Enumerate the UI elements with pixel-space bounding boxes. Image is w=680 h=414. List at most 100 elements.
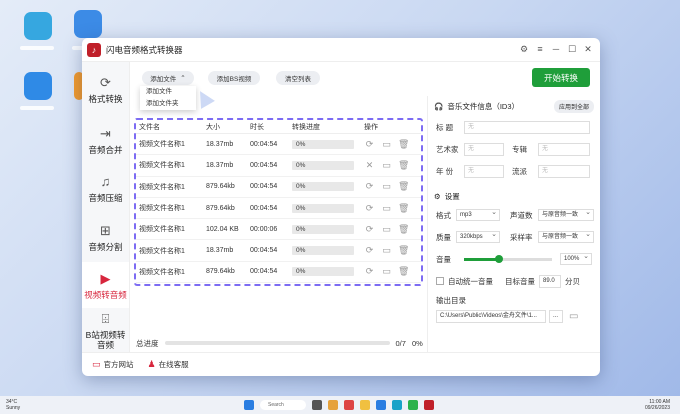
file-name: 视频文件名称1 xyxy=(139,247,185,255)
dropdown-item-add-file[interactable]: 添加文件 xyxy=(140,86,196,98)
table-row[interactable]: 视频文件名称1 18.37mb 00:04:54 0% ✕ ▭ 🗑 xyxy=(136,155,421,177)
progress-bar: 0% xyxy=(292,182,354,192)
folder-icon[interactable]: ▭ xyxy=(381,181,392,192)
online-support-link[interactable]: ♟ 在线客服 xyxy=(148,359,189,370)
desktop-app-label xyxy=(20,46,54,50)
file-progress: 0% xyxy=(292,182,364,192)
samplerate-select[interactable]: 与原音频一致 xyxy=(538,230,594,243)
genre-label: 流派 xyxy=(512,166,527,176)
minimize-button[interactable]: ─ xyxy=(550,44,562,55)
settings-icon[interactable]: ⚙ xyxy=(518,44,530,55)
table-row[interactable]: 视频文件名称1 102.04 KB 00:00:06 0% ⟳ ▭ 🗑 xyxy=(136,219,421,241)
taskbar-app-icon[interactable] xyxy=(312,400,322,410)
close-button[interactable]: ✕ xyxy=(582,44,594,55)
file-list-area: 文件名 大小 时长 转换进度 操作 视频文件名称1 18.37mb 00:04:54… xyxy=(130,96,427,326)
folder-icon[interactable]: ▭ xyxy=(381,266,392,277)
folder-icon[interactable]: ▭ xyxy=(381,224,392,235)
dropdown-item-add-folder[interactable]: 添加文件夹 xyxy=(140,98,196,110)
progress-bar: 0% xyxy=(292,160,354,170)
browse-button[interactable]: ... xyxy=(549,309,563,323)
album-input[interactable]: 无 xyxy=(538,142,590,156)
folder-icon[interactable]: ▭ xyxy=(381,245,392,256)
year-input[interactable]: 无 xyxy=(464,164,504,178)
trash-icon[interactable]: 🗑 xyxy=(398,203,409,214)
sidebar-item-audio-merge[interactable]: ⇥ 音频合并 xyxy=(82,116,129,164)
volume-value[interactable]: 100% xyxy=(560,252,592,265)
folder-icon[interactable]: ▭ xyxy=(381,160,392,171)
trash-icon[interactable]: 🗑 xyxy=(398,224,409,235)
trash-icon[interactable]: 🗑 xyxy=(398,139,409,150)
taskbar-app-icon[interactable] xyxy=(408,400,418,410)
windows-start-icon[interactable] xyxy=(244,400,254,410)
taskbar-app-icon[interactable] xyxy=(424,400,434,410)
trash-icon[interactable]: 🗑 xyxy=(398,266,409,277)
clock-date: 09/26/2023 xyxy=(644,405,670,411)
file-duration: 00:04:54 xyxy=(250,140,278,148)
table-row[interactable]: 视频文件名称1 879.64kb 00:04:54 0% ⟳ ▭ 🗑 xyxy=(136,177,421,198)
add-file-button[interactable]: 添加文件 ⌃ xyxy=(142,71,194,85)
channels-select[interactable]: 与原音频一致 xyxy=(538,208,594,221)
sidebar-item-bilibili[interactable]: ⌹ B站视频转音频 xyxy=(82,308,129,352)
convert-icon[interactable]: ⟳ xyxy=(364,266,375,277)
taskbar-app-icon[interactable] xyxy=(376,400,386,410)
sidebar-item-audio-split[interactable]: ⊞ 音频分割 xyxy=(82,212,129,262)
convert-icon[interactable]: ⟳ xyxy=(364,203,375,214)
convert-icon[interactable]: ⟳ xyxy=(364,245,375,256)
app-logo-icon: ♪ xyxy=(87,42,101,57)
sidebar-item-audio-compress[interactable]: ♫ 音频压缩 xyxy=(82,164,129,212)
file-duration: 00:04:54 xyxy=(250,161,278,169)
folder-icon[interactable]: ▭ xyxy=(569,311,578,322)
cancel-icon[interactable]: ✕ xyxy=(364,160,375,171)
desktop-app-icon[interactable] xyxy=(24,12,52,40)
trash-icon[interactable]: 🗑 xyxy=(398,181,409,192)
apply-all-button[interactable]: 应用到全部 xyxy=(553,99,594,113)
weather-desc: Sunny xyxy=(6,405,21,411)
taskbar-app-icon[interactable] xyxy=(328,400,338,410)
table-row[interactable]: 视频文件名称1 18.37mb 00:04:54 0% ⟳ ▭ 🗑 xyxy=(136,134,421,156)
convert-icon[interactable]: ⟳ xyxy=(364,139,375,150)
zip-app-icon[interactable] xyxy=(74,10,102,38)
file-progress: 0% xyxy=(292,224,364,234)
taskbar-app-icon[interactable] xyxy=(392,400,402,410)
file-size: 879.64kb xyxy=(206,204,235,212)
total-progress-count: 0/7 xyxy=(395,338,406,348)
quality-select[interactable]: 320kbps xyxy=(456,230,500,243)
folder-icon[interactable]: ▭ xyxy=(381,203,392,214)
official-website-link[interactable]: ▭ 官方网站 xyxy=(92,359,134,370)
convert-icon[interactable]: ⟳ xyxy=(364,181,375,192)
artist-input[interactable]: 无 xyxy=(464,142,504,156)
clear-list-button[interactable]: 清空列表 xyxy=(276,71,320,85)
taskbar-app-icon[interactable] xyxy=(344,400,354,410)
trash-icon[interactable]: 🗑 xyxy=(398,160,409,171)
weather-widget[interactable]: 34°C Sunny xyxy=(6,399,20,411)
output-path-input[interactable]: C:\Users\Public\Videos\金舟文件\1... xyxy=(436,309,546,323)
title-input[interactable]: 无 xyxy=(464,120,590,134)
format-select[interactable]: mp3 xyxy=(456,208,500,221)
file-duration: 00:00:06 xyxy=(250,225,278,233)
trash-icon[interactable]: 🗑 xyxy=(398,245,409,256)
convert-icon[interactable]: ⟳ xyxy=(364,224,375,235)
genre-input[interactable]: 无 xyxy=(538,164,590,178)
volume-slider[interactable] xyxy=(464,254,552,263)
clock[interactable]: 11:00 AM 09/26/2023 xyxy=(645,399,670,411)
auto-volume-checkbox[interactable] xyxy=(436,277,444,285)
sidebar-item-format-convert[interactable]: ⟳ 格式转换 xyxy=(82,62,129,116)
windows-app-icon[interactable] xyxy=(24,72,52,100)
table-row[interactable]: 视频文件名称1 18.37mb 00:04:54 0% ⟳ ▭ 🗑 xyxy=(136,240,421,262)
sidebar-item-video-to-audio[interactable]: ▶ 视频转音频 xyxy=(82,262,129,308)
maximize-button[interactable]: ☐ xyxy=(566,44,578,55)
menu-icon[interactable]: ≡ xyxy=(534,44,546,55)
start-convert-button[interactable]: 开始转换 xyxy=(532,68,590,87)
taskbar-app-icon[interactable] xyxy=(360,400,370,410)
taskbar-search[interactable]: Search xyxy=(260,400,306,410)
table-row[interactable]: 视频文件名称1 879.64kb 00:04:54 0% ⟳ ▭ 🗑 xyxy=(136,198,421,220)
folder-icon[interactable]: ▭ xyxy=(381,139,392,150)
file-name: 视频文件名称1 xyxy=(139,205,185,213)
table-row[interactable]: 视频文件名称1 879.64kb 00:04:54 0% ⟳ ▭ 🗑 xyxy=(136,262,421,284)
progress-bar: 0% xyxy=(292,224,354,234)
monitor-icon: ▭ xyxy=(92,359,101,369)
file-progress: 0% xyxy=(292,267,364,277)
volume-slider-knob[interactable] xyxy=(495,254,504,263)
target-volume-input[interactable]: 89.0 xyxy=(539,274,561,288)
add-audio-video-button[interactable]: 添加BS视频 xyxy=(208,71,260,85)
